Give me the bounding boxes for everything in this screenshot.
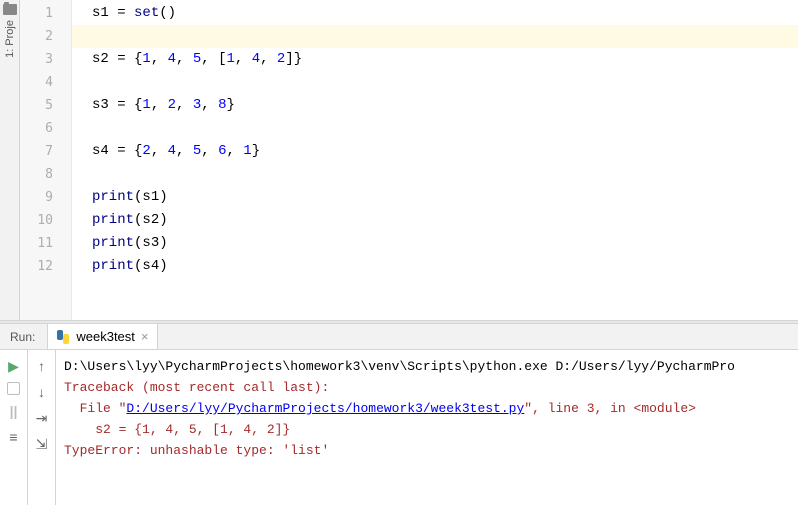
line-number: 10: [20, 209, 71, 232]
project-toolwindow-bar[interactable]: 1: Proje: [0, 0, 20, 320]
layout-button[interactable]: ≡: [4, 427, 24, 447]
line-number: 9: [20, 186, 71, 209]
code-editor[interactable]: s1 = set() s2 = {1, 4, 5, [1, 4, 2]} s3 …: [72, 0, 798, 320]
line-number: 3: [20, 48, 71, 71]
code-line[interactable]: s2 = {1, 4, 5, [1, 4, 2]}: [72, 48, 798, 71]
line-number: 11: [20, 232, 71, 255]
python-icon: [56, 330, 70, 344]
line-number: 6: [20, 117, 71, 140]
console-traceback: Traceback (most recent call last):: [64, 377, 790, 398]
code-line[interactable]: print(s4): [72, 255, 798, 278]
stop-button[interactable]: [7, 382, 20, 395]
line-number: 5: [20, 94, 71, 117]
project-icon: [3, 4, 17, 15]
run-header: Run: week3test ×: [0, 324, 798, 350]
project-tab-label: 1: Proje: [4, 20, 16, 58]
file-link[interactable]: D:/Users/lyy/PycharmProjects/homework3/w…: [126, 401, 524, 416]
scroll-to-end-button[interactable]: ⇲: [32, 434, 52, 454]
close-icon[interactable]: ×: [141, 329, 149, 344]
up-button[interactable]: ↑: [32, 356, 52, 376]
run-controls-secondary: ↑ ↓ ⇥ ⇲: [28, 350, 56, 505]
run-label: Run:: [0, 324, 48, 349]
run-tool-window: Run: week3test × ▶ || ≡ ↑ ↓ ⇥ ⇲ D:\Users…: [0, 324, 798, 505]
pause-button[interactable]: ||: [4, 401, 24, 421]
console-error-line: TypeError: unhashable type: 'list': [64, 440, 790, 461]
run-tab[interactable]: week3test ×: [48, 324, 157, 349]
line-number: 2: [20, 25, 71, 48]
console-file-line: File "D:/Users/lyy/PycharmProjects/homew…: [64, 398, 790, 419]
run-tab-name: week3test: [76, 329, 135, 344]
console-source-line: s2 = {1, 4, 5, [1, 4, 2]}: [64, 419, 790, 440]
line-number: 1: [20, 2, 71, 25]
code-line[interactable]: s4 = {2, 4, 5, 6, 1}: [72, 140, 798, 163]
console-output[interactable]: D:\Users\lyy\PycharmProjects\homework3\v…: [56, 350, 798, 505]
rerun-button[interactable]: ▶: [4, 356, 24, 376]
line-number: 12: [20, 255, 71, 278]
line-number: 4: [20, 71, 71, 94]
down-button[interactable]: ↓: [32, 382, 52, 402]
code-line[interactable]: print(s1): [72, 186, 798, 209]
code-line[interactable]: s1 = set(): [72, 2, 798, 25]
code-line-current[interactable]: [72, 25, 798, 48]
code-line[interactable]: [72, 117, 798, 140]
code-line[interactable]: [72, 163, 798, 186]
code-line[interactable]: s3 = {1, 2, 3, 8}: [72, 94, 798, 117]
code-line[interactable]: print(s3): [72, 232, 798, 255]
line-number: 8: [20, 163, 71, 186]
code-line[interactable]: [72, 71, 798, 94]
line-number: 7: [20, 140, 71, 163]
run-controls-primary: ▶ || ≡: [0, 350, 28, 505]
soft-wrap-button[interactable]: ⇥: [32, 408, 52, 428]
console-line: D:\Users\lyy\PycharmProjects\homework3\v…: [64, 356, 790, 377]
editor-gutter[interactable]: 1 2 3 4 5 6 7 8 9 10 11 12: [20, 0, 72, 320]
code-line[interactable]: print(s2): [72, 209, 798, 232]
